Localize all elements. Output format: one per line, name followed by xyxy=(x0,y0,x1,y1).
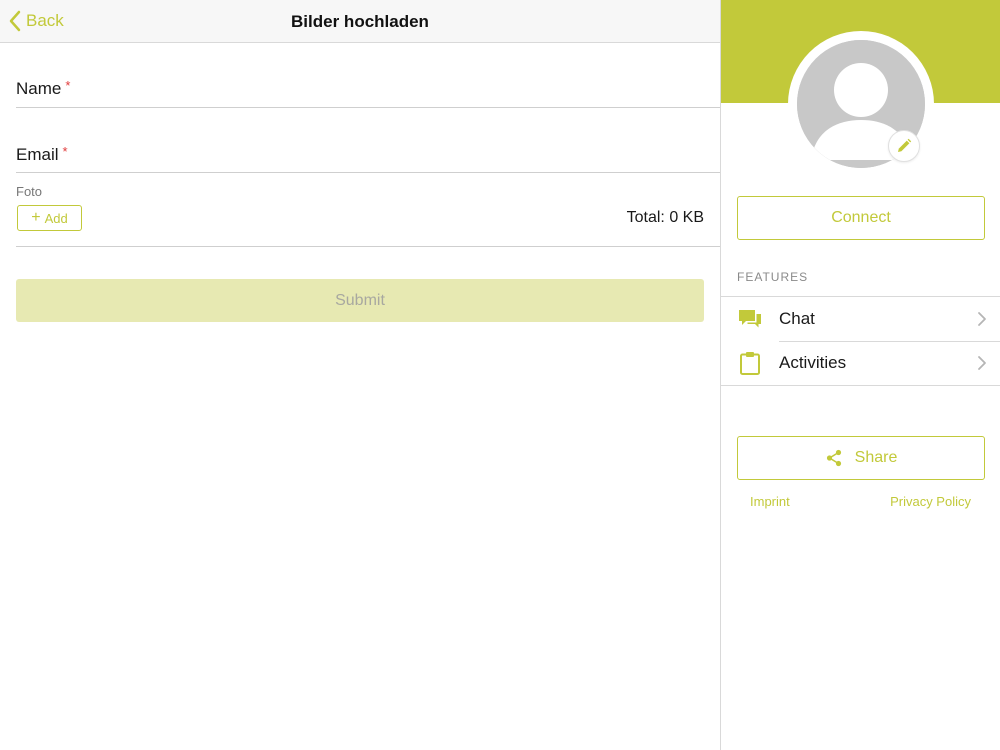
divider xyxy=(721,385,1000,386)
feature-item-chat[interactable]: Chat xyxy=(721,297,1000,341)
chevron-right-icon xyxy=(978,356,986,370)
add-photo-label: Add xyxy=(44,210,68,226)
add-photo-button[interactable]: + Add xyxy=(17,205,82,231)
connect-button[interactable]: Connect xyxy=(737,196,985,240)
share-button[interactable]: Share xyxy=(737,436,985,480)
share-icon xyxy=(826,449,841,467)
email-field[interactable]: Email * xyxy=(16,136,720,173)
features-heading: FEATURES xyxy=(737,270,809,284)
name-field[interactable]: Name * xyxy=(16,70,720,108)
chevron-right-icon xyxy=(978,312,986,326)
privacy-policy-link[interactable]: Privacy Policy xyxy=(890,494,971,509)
name-required-mark: * xyxy=(65,78,71,93)
feature-item-label: Activities xyxy=(779,353,847,372)
email-required-mark: * xyxy=(62,144,68,159)
navigation-bar: Back Bilder hochladen xyxy=(0,0,720,43)
clipboard-icon xyxy=(740,352,760,375)
edit-avatar-button[interactable] xyxy=(888,130,920,162)
pencil-icon xyxy=(898,138,912,152)
connect-label: Connect xyxy=(831,209,891,226)
share-label: Share xyxy=(854,449,898,466)
feature-item-activities[interactable]: Activities xyxy=(721,341,1000,385)
imprint-link[interactable]: Imprint xyxy=(750,494,790,509)
upload-form-pane: Back Bilder hochladen Name * Email * Foto … xyxy=(0,0,720,750)
chat-bubbles-icon xyxy=(739,310,761,328)
total-size: Total: 0 KB xyxy=(626,209,704,226)
plus-icon: + xyxy=(31,209,41,226)
foto-label: Foto xyxy=(16,184,43,199)
name-label: Name xyxy=(16,79,62,98)
divider xyxy=(16,246,720,247)
submit-button[interactable]: Submit xyxy=(16,279,704,322)
profile-sidebar: Connect FEATURES Chat Activities Share I… xyxy=(720,0,1000,750)
page-title: Bilder hochladen xyxy=(291,12,429,31)
submit-label: Submit xyxy=(335,291,385,309)
feature-item-label: Chat xyxy=(779,309,815,328)
email-label: Email xyxy=(16,145,59,164)
